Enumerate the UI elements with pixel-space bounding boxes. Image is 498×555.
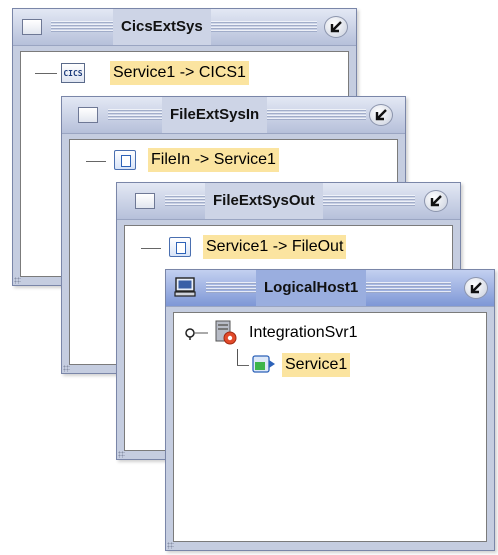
integration-server-icon (215, 320, 237, 345)
computer-icon (174, 277, 196, 297)
collapse-button[interactable] (424, 190, 448, 212)
cics-icon: CICS (61, 63, 85, 83)
arrow-down-left-icon (470, 282, 482, 294)
cics-icon-text: CICS (63, 69, 83, 78)
collapse-button[interactable] (324, 16, 348, 38)
tree-branch (141, 248, 161, 249)
resize-handle[interactable] (167, 542, 174, 549)
window-title: LogicalHost1 (256, 270, 367, 306)
service-icon (252, 355, 275, 373)
tree-branch (35, 73, 57, 74)
titlebar[interactable]: FileExtSysIn (62, 97, 405, 134)
tree-node-service1[interactable]: Service1 (282, 353, 351, 377)
tree-node-integrationsvr1[interactable]: IntegrationSvr1 (246, 321, 361, 345)
window-icon (22, 19, 42, 35)
window-title: FileExtSysIn (162, 97, 268, 133)
tree-branch (86, 161, 106, 162)
window-icon (135, 193, 155, 209)
titlebar[interactable]: FileExtSysOut (117, 183, 460, 220)
titlebar[interactable]: LogicalHost1 (166, 270, 494, 307)
tree-branch (237, 349, 238, 365)
tree-node-service1-fileout[interactable]: Service1 -> FileOut (203, 235, 347, 259)
collapse-button[interactable] (464, 277, 488, 299)
window-title: CicsExtSys (113, 9, 211, 45)
titlebar[interactable]: CicsExtSys (13, 9, 356, 46)
tree-branch (237, 365, 249, 366)
file-connector-icon (114, 150, 136, 170)
expand-handle-icon[interactable] (184, 326, 210, 340)
collapse-button[interactable] (369, 104, 393, 126)
window-title: FileExtSysOut (205, 183, 323, 219)
arrow-down-left-icon (330, 21, 342, 33)
arrow-down-left-icon (375, 109, 387, 121)
canvas[interactable]: IntegrationSvr1 Service1 (173, 312, 487, 542)
resize-handle[interactable] (14, 277, 21, 284)
tree-node-filein-service1[interactable]: FileIn -> Service1 (148, 148, 279, 172)
resize-handle[interactable] (63, 365, 70, 372)
tree-node-service1-cics1[interactable]: Service1 -> CICS1 (110, 61, 249, 85)
resize-handle[interactable] (118, 451, 125, 458)
window-logicalhost1[interactable]: LogicalHost1 IntegrationSvr1 Service1 (165, 269, 495, 551)
arrow-down-left-icon (430, 195, 442, 207)
file-connector-icon (169, 237, 191, 257)
window-icon (78, 107, 98, 123)
